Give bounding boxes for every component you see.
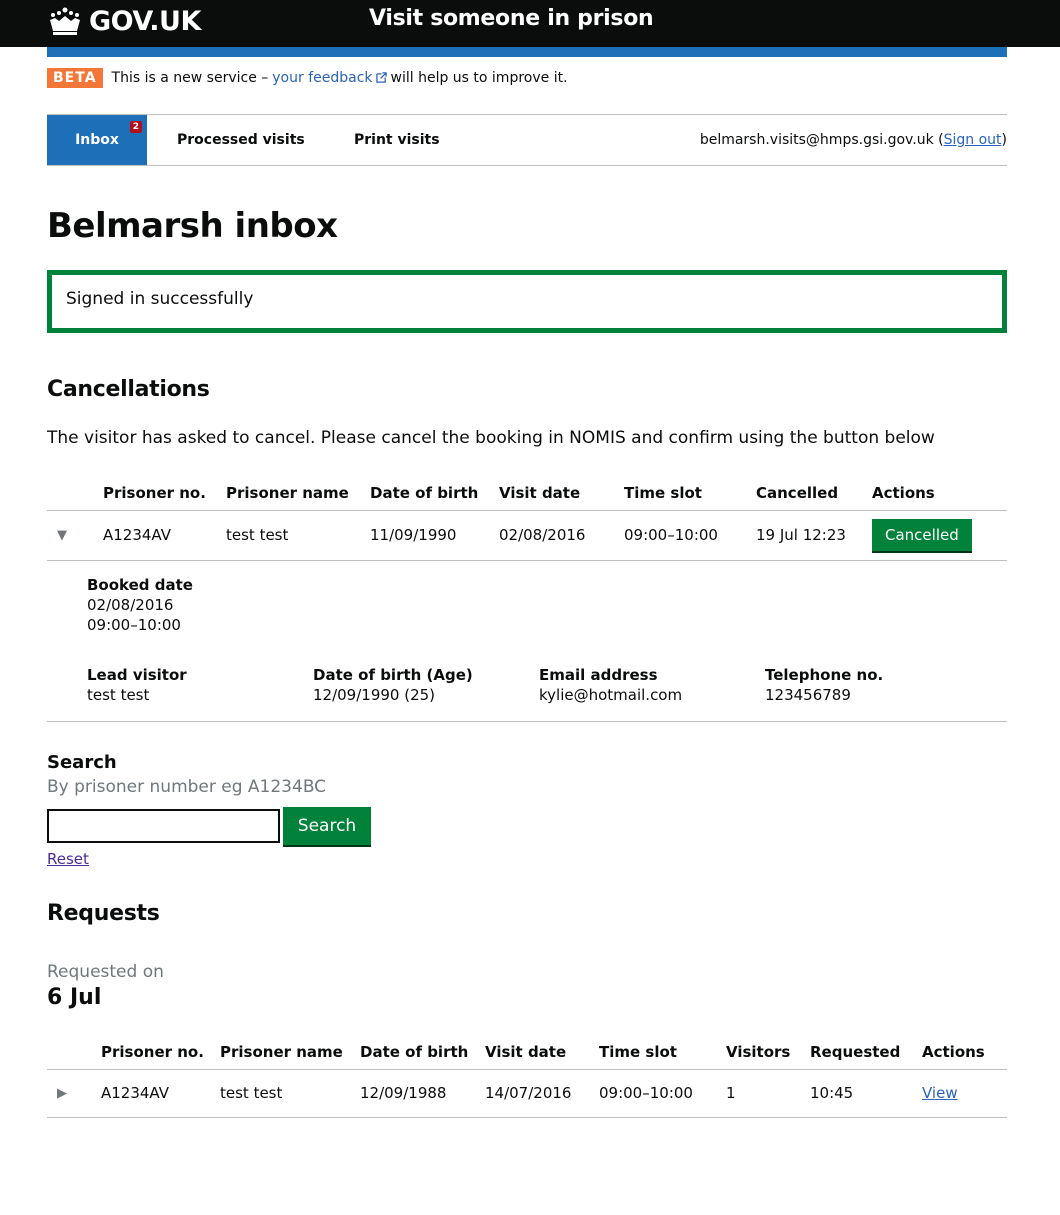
cell-prisoner-no: A1234AV	[103, 526, 171, 544]
column-header: Date of birth	[360, 1042, 469, 1061]
cell-prisoner-name: test test	[220, 1084, 283, 1102]
requests-table: Prisoner no. Prisoner name Date of birth…	[47, 1035, 1007, 1118]
cancellations-instructions: The visitor has asked to cancel. Please …	[47, 428, 935, 448]
cell-visit-date: 14/07/2016	[485, 1084, 572, 1102]
visitor-dob-block: Date of birth (Age) 12/09/1990 (25)	[313, 665, 473, 705]
column-header: Visit date	[499, 483, 581, 502]
visitor-dob-value: 12/09/1990 (25)	[313, 686, 436, 704]
email-value: kylie@hotmail.com	[539, 686, 683, 704]
email-label: Email address	[539, 666, 658, 684]
collapse-icon[interactable]: ▼	[47, 510, 103, 560]
cancelled-button[interactable]: Cancelled	[872, 519, 972, 551]
search-hint: By prisoner number eg A1234BC	[47, 777, 327, 797]
cell-time-slot: 09:00–10:00	[624, 526, 718, 544]
table-header-row: Prisoner no. Prisoner name Date of birth…	[47, 1035, 1007, 1069]
telephone-block: Telephone no. 123456789	[765, 665, 883, 705]
flash-message: Signed in successfully	[66, 289, 254, 309]
govuk-logo[interactable]: GOV.UK	[47, 5, 201, 37]
cell-actions: View	[922, 1069, 1007, 1117]
phase-text-before: This is a new service –	[111, 70, 269, 86]
signed-in-user: belmarsh.visits@hmps.gsi.gov.uk (Sign ou…	[699, 132, 1007, 148]
booked-date-block: Booked date 02/08/2016 09:00–10:00	[87, 575, 193, 635]
cell-dob: 11/09/1990	[370, 526, 457, 544]
column-header: Actions	[872, 483, 935, 502]
nav-inbox-label: Inbox	[75, 132, 119, 148]
cell-cancelled: 19 Jul 12:23	[756, 526, 846, 544]
beta-tag: BETA	[47, 68, 103, 88]
logo-text: GOV.UK	[89, 5, 201, 37]
search-input[interactable]	[47, 809, 280, 843]
telephone-value: 123456789	[765, 686, 851, 704]
column-header: Visit date	[485, 1042, 567, 1061]
requested-on-label: Requested on	[47, 962, 164, 982]
lead-visitor-block: Lead visitor test test	[87, 665, 187, 705]
cell-visitors: 1	[726, 1084, 736, 1102]
lead-visitor-label: Lead visitor	[87, 666, 187, 684]
booked-date-value: 02/08/2016	[87, 596, 174, 614]
visitor-dob-label: Date of birth (Age)	[313, 666, 473, 684]
telephone-label: Telephone no.	[765, 666, 884, 684]
search-button[interactable]: Search	[283, 807, 371, 845]
view-link[interactable]: View	[922, 1084, 958, 1102]
requests-heading: Requests	[47, 901, 160, 926]
inbox-count-badge: 2	[129, 121, 142, 133]
column-header: Cancelled	[756, 483, 839, 502]
column-header: Prisoner no.	[103, 483, 206, 502]
cancellations-heading: Cancellations	[47, 377, 210, 402]
table-row[interactable]: ▼ A1234AV test test 11/09/1990 02/08/201…	[47, 510, 1007, 560]
booked-date-label: Booked date	[87, 576, 193, 594]
column-header: Time slot	[599, 1042, 677, 1061]
column-header: Prisoner name	[226, 483, 349, 502]
expand-icon[interactable]: ▶	[47, 1069, 101, 1117]
nav-print-label: Print visits	[354, 132, 440, 148]
requested-date: 6 Jul	[47, 985, 102, 1010]
column-header: Prisoner name	[220, 1042, 343, 1061]
phase-banner: BETA This is a new service – your feedba…	[47, 66, 568, 90]
column-header-toggle	[47, 1035, 101, 1069]
sign-out-link[interactable]: Sign out	[944, 132, 1002, 148]
external-link-icon	[375, 72, 387, 83]
cell-prisoner-name: test test	[226, 526, 289, 544]
cell-prisoner-no: A1234AV	[101, 1084, 169, 1102]
cell-dob: 12/09/1988	[360, 1084, 447, 1102]
header-accent-bar	[47, 47, 1007, 57]
cell-actions: Cancelled	[872, 510, 1007, 560]
cancellations-table: Prisoner no. Prisoner name Date of birth…	[47, 476, 1007, 561]
site-header: GOV.UK Visit someone in prison	[0, 0, 1060, 47]
main-nav: Inbox 2 Processed visits Print visits be…	[47, 114, 1007, 166]
table-header-row: Prisoner no. Prisoner name Date of birth…	[47, 476, 1007, 510]
cell-visit-date: 02/08/2016	[499, 526, 586, 544]
feedback-link[interactable]: your feedback	[272, 70, 387, 86]
column-header: Date of birth	[370, 483, 479, 502]
success-flash: Signed in successfully	[47, 270, 1007, 333]
nav-item-print-visits[interactable]: Print visits	[354, 115, 440, 165]
cell-time-slot: 09:00–10:00	[599, 1084, 693, 1102]
cell-requested: 10:45	[810, 1084, 854, 1102]
email-block: Email address kylie@hotmail.com	[539, 665, 682, 705]
search-label: Search	[47, 752, 117, 773]
crown-icon	[50, 7, 80, 35]
booked-time-value: 09:00–10:00	[87, 616, 181, 634]
reset-link[interactable]: Reset	[47, 850, 89, 868]
column-header: Actions	[922, 1042, 985, 1061]
page-title: Belmarsh inbox	[47, 206, 338, 246]
lead-visitor-value: test test	[87, 686, 150, 704]
nav-item-inbox[interactable]: Inbox 2	[47, 115, 147, 165]
column-header-toggle	[47, 476, 103, 510]
service-name[interactable]: Visit someone in prison	[369, 6, 654, 31]
phase-text-after: will help us to improve it.	[390, 70, 568, 86]
cancellation-details: Booked date 02/08/2016 09:00–10:00 Lead …	[47, 561, 1007, 722]
nav-processed-label: Processed visits	[177, 132, 305, 148]
column-header: Prisoner no.	[101, 1042, 204, 1061]
column-header: Requested	[810, 1042, 901, 1061]
column-header: Visitors	[726, 1042, 791, 1061]
column-header: Time slot	[624, 483, 702, 502]
nav-item-processed-visits[interactable]: Processed visits	[177, 115, 305, 165]
user-email: belmarsh.visits@hmps.gsi.gov.uk	[699, 132, 934, 148]
table-row[interactable]: ▶ A1234AV test test 12/09/1988 14/07/201…	[47, 1069, 1007, 1117]
feedback-link-text: your feedback	[272, 70, 373, 86]
